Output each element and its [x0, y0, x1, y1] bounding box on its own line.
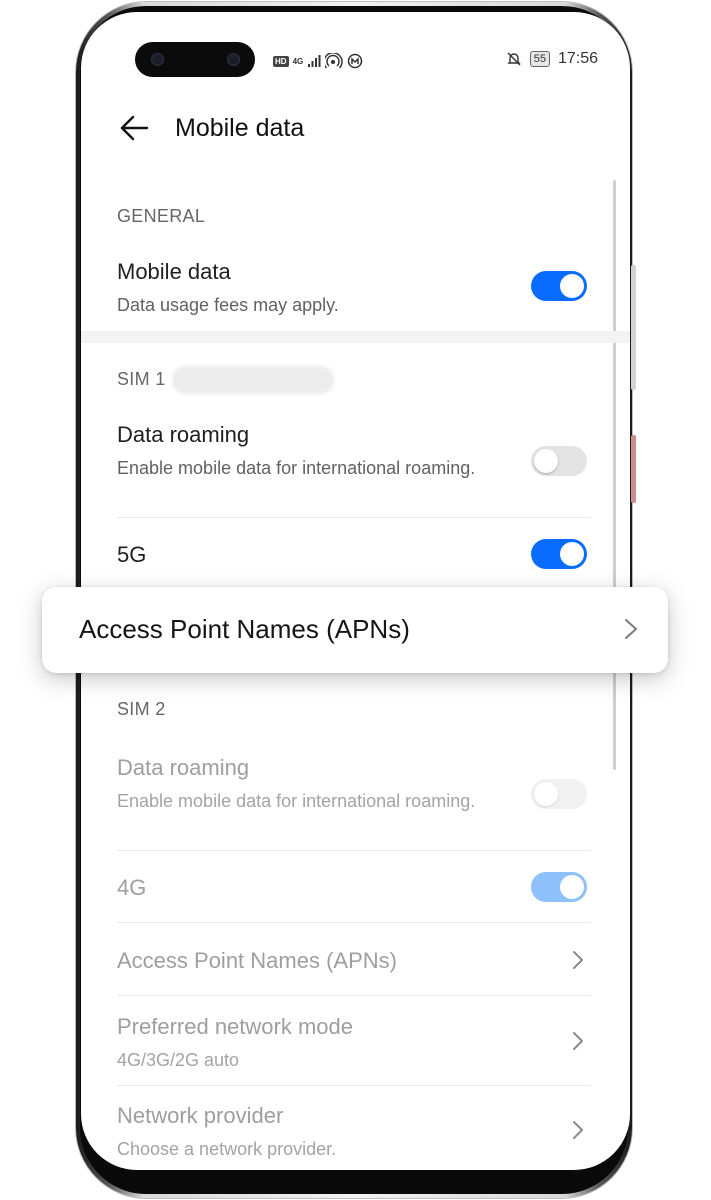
divider — [117, 1085, 591, 1086]
mobile-data-label: Mobile data — [117, 259, 231, 284]
chevron-right-icon — [573, 1032, 583, 1050]
section-general: GENERAL — [117, 206, 206, 226]
sim2-4g-row[interactable]: 4G — [117, 875, 591, 901]
chevron-right-icon — [625, 619, 637, 639]
sim1-number-redacted — [171, 366, 334, 394]
sim1-data-roaming-label: Data roaming — [117, 422, 250, 447]
divider — [117, 517, 591, 518]
sim2-data-roaming-label: Data roaming — [117, 755, 250, 780]
divider — [117, 995, 591, 996]
camera-cutout — [135, 42, 255, 77]
sim1-data-roaming-sub: Enable mobile data for international roa… — [117, 458, 476, 478]
nfc-icon — [347, 53, 363, 69]
sim1-apn-card[interactable]: Access Point Names (APNs) — [42, 587, 668, 673]
mobile-data-toggle[interactable] — [531, 271, 587, 301]
front-sensor-icon — [227, 53, 240, 66]
clock: 17:56 — [557, 50, 598, 67]
sim2-apn-label: Access Point Names (APNs) — [117, 948, 397, 973]
battery-icon: 55 — [529, 51, 550, 67]
divider — [117, 850, 591, 851]
mobile-data-row[interactable]: Mobile data Data usage fees may apply. — [117, 259, 591, 318]
section-gap — [81, 331, 630, 343]
sim2-data-roaming-row[interactable]: Data roaming Enable mobile data for inte… — [117, 755, 591, 814]
section-sim1: SIM 1 — [117, 366, 334, 394]
hotspot-icon — [325, 53, 343, 69]
sim2-preferred-mode-row[interactable]: Preferred network mode 4G/3G/2G auto — [117, 1014, 591, 1073]
app-header: Mobile data — [119, 110, 304, 146]
power-button — [631, 435, 636, 503]
page-title: Mobile data — [175, 113, 305, 142]
hd-badge: HD — [273, 55, 289, 67]
network-type: 4G — [292, 56, 304, 66]
sim2-preferred-mode-sub: 4G/3G/2G auto — [117, 1050, 240, 1070]
mute-icon — [507, 52, 521, 66]
sim1-5g-toggle[interactable] — [531, 539, 587, 569]
scrollbar[interactable] — [613, 180, 616, 770]
sim1-5g-label: 5G — [117, 542, 147, 567]
volume-button — [631, 265, 636, 390]
sim1-data-roaming-row[interactable]: Data roaming Enable mobile data for inte… — [117, 422, 591, 481]
sim2-provider-label: Network provider — [117, 1103, 284, 1128]
status-bar-right: 55 17:56 — [506, 50, 598, 68]
section-sim2: SIM 2 — [117, 699, 166, 719]
sim1-data-roaming-toggle[interactable] — [531, 446, 587, 476]
divider — [117, 922, 591, 923]
sim2-preferred-mode-label: Preferred network mode — [117, 1014, 353, 1039]
front-camera-icon — [151, 53, 164, 66]
sim2-apn-row[interactable]: Access Point Names (APNs) — [117, 948, 591, 974]
chevron-right-icon — [573, 951, 583, 969]
sim2-provider-row[interactable]: Network provider Choose a network provid… — [117, 1103, 591, 1162]
sim2-4g-toggle[interactable] — [531, 872, 587, 902]
sim1-apn-label: Access Point Names (APNs) — [79, 614, 410, 644]
sim1-label: SIM 1 — [117, 368, 166, 389]
sim2-provider-sub: Choose a network provider. — [117, 1139, 337, 1159]
signal-icon — [308, 55, 321, 67]
sim2-data-roaming-toggle[interactable] — [531, 779, 587, 809]
chevron-right-icon — [573, 1121, 583, 1139]
back-arrow-icon[interactable] — [119, 113, 149, 143]
sim1-5g-row[interactable]: 5G — [117, 542, 591, 568]
mobile-data-sub: Data usage fees may apply. — [117, 295, 339, 315]
sim2-data-roaming-sub: Enable mobile data for international roa… — [117, 791, 476, 811]
sim2-4g-label: 4G — [117, 875, 147, 900]
status-bar-left: HD 4G — [273, 52, 363, 70]
